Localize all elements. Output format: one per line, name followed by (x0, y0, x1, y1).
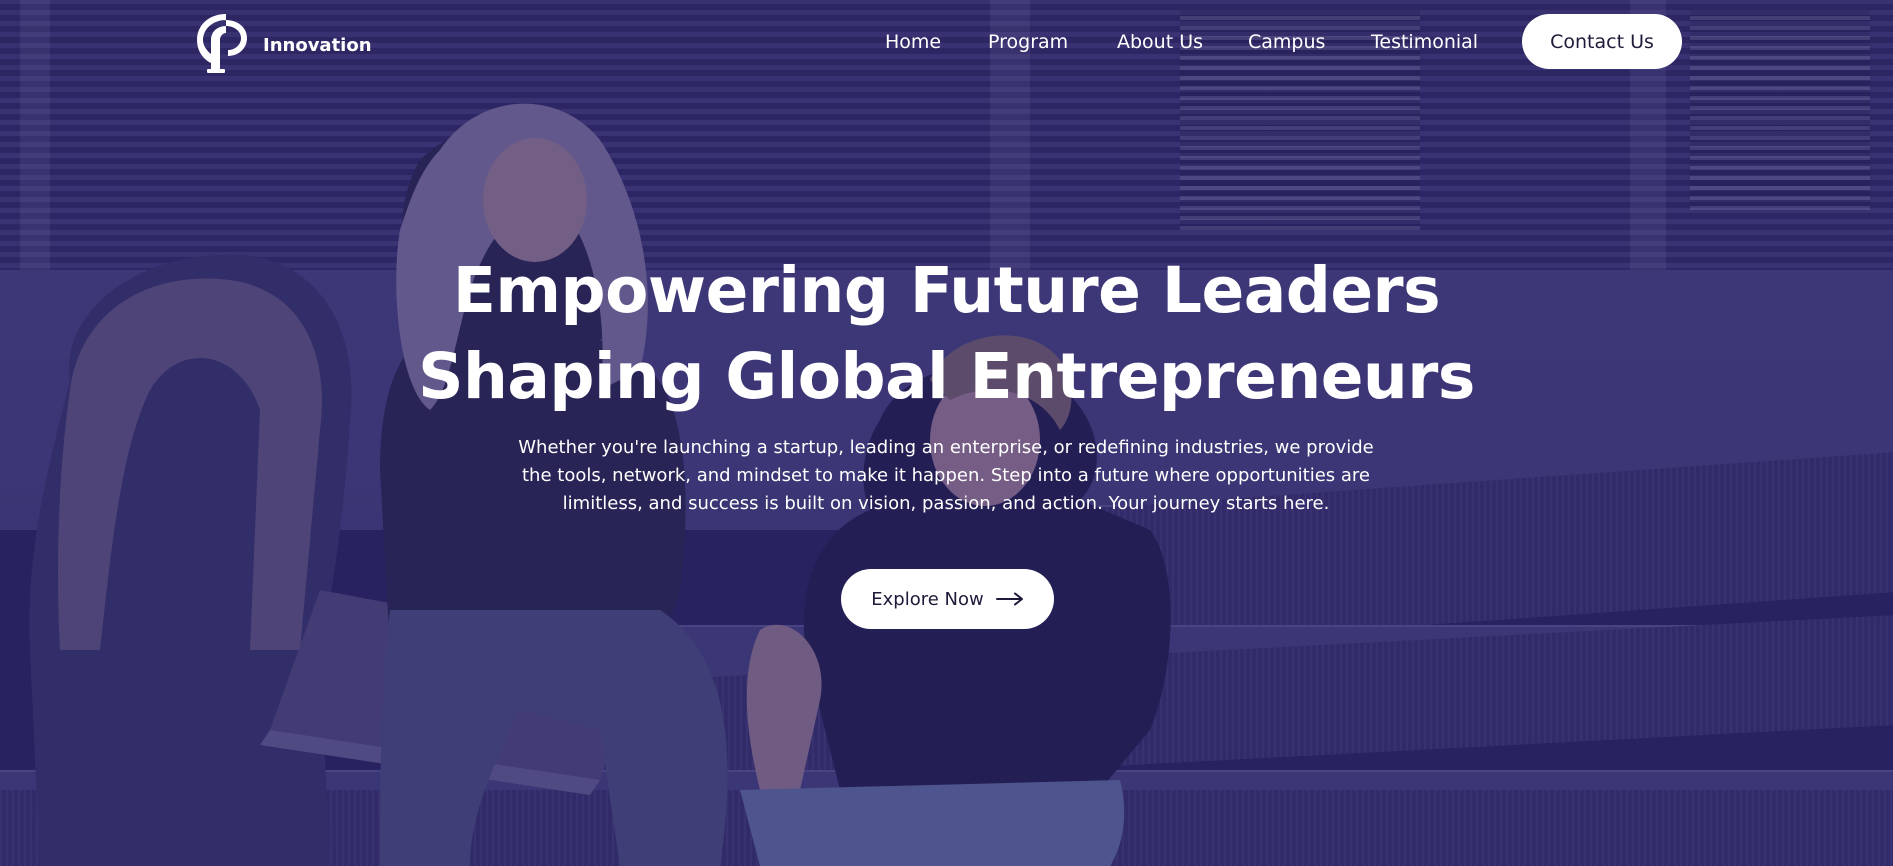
brand-name: Innovation (263, 34, 372, 56)
nav-item-testimonial[interactable]: Testimonial (1371, 28, 1478, 56)
hero-subtitle: Whether you're launching a startup, lead… (518, 437, 1374, 514)
nav-item-about-us[interactable]: About Us (1117, 28, 1203, 56)
contact-us-button[interactable]: Contact Us (1522, 14, 1682, 69)
hero-color-overlay (0, 0, 1893, 866)
nav-item-home[interactable]: Home (885, 28, 941, 56)
headline-line-2: Shaping Global Entrepreneurs (418, 340, 1475, 413)
p-logo-icon (197, 14, 247, 73)
nav-item-program[interactable]: Program (988, 28, 1068, 56)
brand-logo[interactable]: Innovation (193, 10, 372, 76)
explore-now-label: Explore Now (871, 588, 984, 610)
hero-section: Innovation Home Program About Us Campus … (0, 0, 1893, 866)
hero-background-image (0, 0, 1893, 866)
explore-now-button[interactable]: Explore Now (841, 569, 1054, 629)
arrow-right-icon (995, 592, 1024, 606)
nav-item-campus[interactable]: Campus (1248, 28, 1325, 56)
hero-headline: Empowering Future Leaders Shaping Global… (0, 248, 1893, 420)
headline-line-1: Empowering Future Leaders (452, 254, 1441, 327)
